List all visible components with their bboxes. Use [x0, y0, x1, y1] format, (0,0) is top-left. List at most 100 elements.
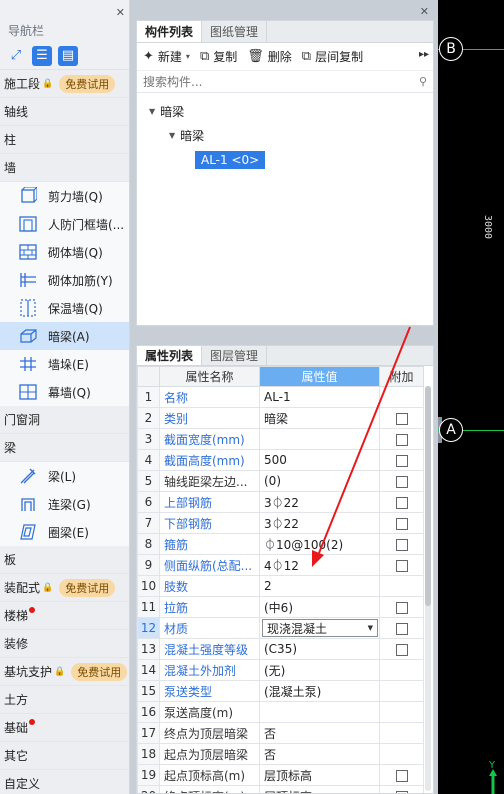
property-row[interactable]: 20终点顶标高(m)层顶标高 [137, 785, 424, 793]
nav-category-c8[interactable]: 自定义 [0, 770, 129, 794]
extra-checkbox[interactable] [396, 496, 408, 509]
property-value[interactable]: 暗梁 [259, 407, 380, 429]
property-value[interactable]: 2 [259, 575, 380, 597]
property-value[interactable]: (无) [259, 659, 380, 681]
property-value[interactable]: (中6) [259, 596, 380, 618]
more-icon[interactable]: ▸▸ [419, 49, 429, 60]
property-row[interactable]: 9 侧面纵筋(总配... 4⏀12 [137, 554, 424, 576]
scrollbar-thumb[interactable] [425, 386, 431, 606]
property-scrollbar[interactable] [425, 386, 431, 791]
nav-category-b0[interactable]: 门窗洞 [0, 406, 129, 434]
pin-icon[interactable]: ⤢ [6, 46, 26, 66]
property-row[interactable]: 14 混凝土外加剂 (无) [137, 659, 424, 681]
drawing-canvas[interactable]: B 3000 A Y [438, 0, 504, 794]
extra-checkbox[interactable] [396, 643, 408, 656]
nav-category-a0[interactable]: 施工段 🔒 免费试用 [0, 70, 129, 98]
property-value[interactable]: 3⏀22 [259, 491, 380, 513]
expand-icon[interactable]: ▼ [169, 131, 175, 140]
nav-item-wall-1[interactable]: 人防门框墙(... [0, 210, 129, 238]
list-view-icon[interactable]: ☰ [32, 45, 52, 66]
nav-category-a1[interactable]: 轴线 [0, 98, 129, 126]
nav-category-c2[interactable]: 楼梯 [0, 602, 129, 630]
close-icon[interactable]: ✕ [420, 5, 429, 18]
property-value[interactable]: 现浇混凝土 ▼ [259, 617, 380, 639]
property-row[interactable]: 10 肢数 2 [137, 575, 424, 597]
material-select[interactable]: 现浇混凝土 ▼ [262, 619, 378, 637]
extra-checkbox[interactable] [396, 517, 408, 530]
property-value[interactable]: 否 [259, 722, 380, 744]
property-row[interactable]: 19 起点顶标高(m) 层顶标高 [137, 764, 424, 786]
property-value[interactable]: (C35) [259, 638, 380, 660]
nav-item-wall-5[interactable]: 暗梁(A) [0, 322, 129, 350]
chevron-down-icon[interactable]: ▼ [368, 624, 373, 632]
floor-copy-button[interactable]: ⧉ 层间复制 [302, 48, 363, 65]
property-row[interactable]: 3 截面宽度(mm) [137, 428, 424, 450]
chevron-down-icon[interactable]: ▾ [186, 52, 190, 61]
extra-checkbox[interactable] [396, 538, 408, 551]
property-row[interactable]: 13 混凝土强度等级 (C35) [137, 638, 424, 660]
tab-layer-management[interactable]: 图层管理 [202, 346, 268, 365]
expand-icon[interactable]: ▼ [149, 107, 155, 116]
search-input[interactable] [143, 74, 419, 89]
property-value[interactable]: 3⏀22 [259, 512, 380, 534]
nav-category-c0[interactable]: 板 [0, 546, 129, 574]
tree-leaf-selected[interactable]: AL-1 <0> [195, 151, 266, 169]
tab-drawing-management[interactable]: 图纸管理 [202, 21, 268, 42]
extra-checkbox[interactable] [396, 559, 408, 572]
extra-checkbox[interactable] [396, 769, 408, 782]
nav-item-wall-6[interactable]: 墙垛(E) [0, 350, 129, 378]
nav-item-wall-3[interactable]: 砌体加筋(Y) [0, 266, 129, 294]
nav-category-c6[interactable]: 基础 [0, 714, 129, 742]
property-row[interactable]: 5 轴线距梁左边... (0) [137, 470, 424, 492]
property-row[interactable]: 1 名称 AL-1 [137, 386, 424, 408]
property-row[interactable]: 11 拉筋 (中6) [137, 596, 424, 618]
property-value[interactable]: (0) [259, 470, 380, 492]
free-trial-badge[interactable]: 免费试用 [59, 578, 116, 597]
nav-item-beam-0[interactable]: 梁(L) [0, 462, 129, 490]
extra-checkbox[interactable] [396, 622, 408, 635]
tree-node-child[interactable]: ▼ 暗梁 [137, 123, 433, 147]
property-value[interactable] [259, 701, 380, 723]
nav-category-a3[interactable]: 墙 [0, 154, 129, 182]
property-row[interactable]: 18 起点为顶层暗梁否 [137, 743, 424, 765]
delete-button[interactable]: 🗑 删除 [247, 48, 292, 65]
nav-category-a2[interactable]: 柱 [0, 126, 129, 154]
nav-item-wall-0[interactable]: 剪力墙(Q) [0, 182, 129, 210]
nav-category-b1[interactable]: 梁 [0, 434, 129, 462]
close-icon[interactable]: ✕ [116, 6, 125, 19]
nav-item-wall-7[interactable]: 幕墙(Q) [0, 378, 129, 406]
nav-category-c7[interactable]: 其它 [0, 742, 129, 770]
new-button[interactable]: ✦ 新建 ▾ [143, 48, 190, 65]
nav-item-wall-4[interactable]: 保温墙(Q) [0, 294, 129, 322]
extra-checkbox[interactable] [396, 475, 408, 488]
extra-checkbox[interactable] [396, 454, 408, 467]
nav-category-c4[interactable]: 基坑支护 🔒 免费试用 [0, 658, 129, 686]
nav-item-beam-2[interactable]: 圈梁(E) [0, 518, 129, 546]
nav-item-beam-1[interactable]: 连梁(G) [0, 490, 129, 518]
property-value[interactable]: AL-1 [259, 386, 380, 408]
search-icon[interactable]: ⚲ [419, 75, 427, 88]
nav-category-c1[interactable]: 装配式 🔒 免费试用 [0, 574, 129, 602]
property-row[interactable]: 4 截面高度(mm) 500 [137, 449, 424, 471]
free-trial-badge[interactable]: 免费试用 [59, 74, 116, 93]
nav-item-wall-2[interactable]: 砌体墙(Q) [0, 238, 129, 266]
free-trial-badge[interactable]: 免费试用 [71, 662, 128, 681]
extra-checkbox[interactable] [396, 412, 408, 425]
property-row[interactable]: 2 类别 暗梁 [137, 407, 424, 429]
nav-category-c3[interactable]: 装修 [0, 630, 129, 658]
property-row[interactable]: 7 下部钢筋 3⏀22 [137, 512, 424, 534]
property-row[interactable]: 8 箍筋 ⏀10@100(2) [137, 533, 424, 555]
tab-component-list[interactable]: 构件列表 [137, 21, 203, 42]
extra-checkbox[interactable] [396, 433, 408, 446]
tree-node-root[interactable]: ▼ 暗梁 [137, 99, 433, 123]
property-value[interactable]: 层顶标高 [259, 764, 380, 786]
extra-checkbox[interactable] [396, 790, 408, 793]
property-value[interactable]: 4⏀12 [259, 554, 380, 576]
extra-checkbox[interactable] [396, 601, 408, 614]
tab-property-list[interactable]: 属性列表 [137, 346, 203, 365]
detail-list-icon[interactable]: ▤ [58, 45, 78, 66]
property-row[interactable]: 6 上部钢筋 3⏀22 [137, 491, 424, 513]
property-value[interactable]: (混凝土泵) [259, 680, 380, 702]
property-row[interactable]: 16 泵送高度(m) [137, 701, 424, 723]
property-value[interactable] [259, 428, 380, 450]
